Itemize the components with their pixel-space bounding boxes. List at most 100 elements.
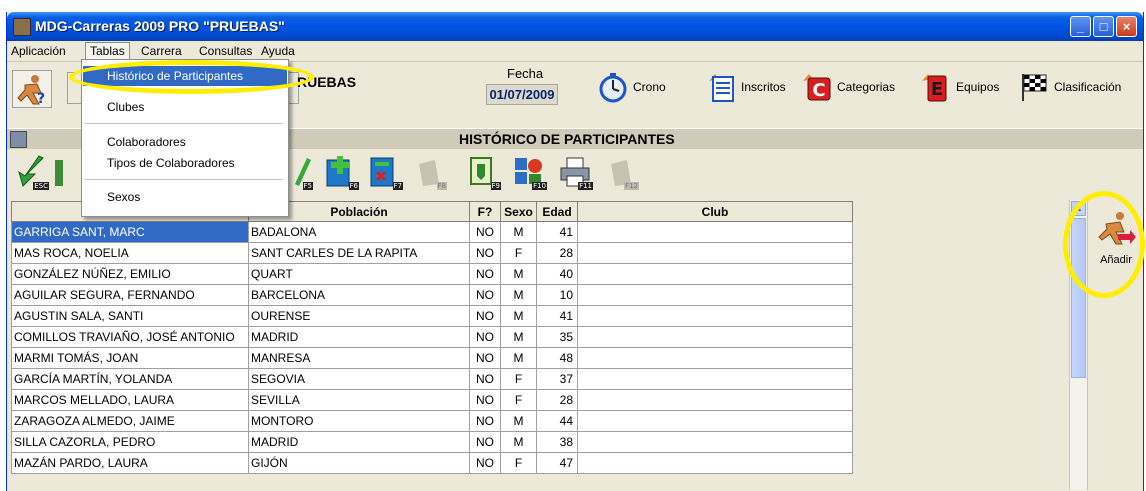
table-row[interactable]: MARCOS MELLADO, LAURA SEVILLA NO F 28 (11, 389, 853, 411)
menu-ayuda[interactable]: Ayuda (261, 44, 295, 58)
cell-edad[interactable]: 44 (536, 410, 578, 432)
menu-item-clubes[interactable]: Clubes (83, 97, 287, 117)
cell-federado[interactable]: NO (469, 305, 501, 327)
cell-federado[interactable]: NO (469, 326, 501, 348)
crono-button[interactable]: Crono (597, 70, 666, 104)
cell-sexo[interactable]: M (500, 347, 537, 369)
cell-nombre[interactable]: MARMI TOMÁS, JOAN (11, 347, 249, 369)
table-row[interactable]: MAZÁN PARDO, LAURA GIJÓN NO F 47 (11, 452, 853, 474)
cell-nombre[interactable]: GARRIGA SANT, MARC (11, 221, 249, 243)
cell-federado[interactable]: NO (469, 347, 501, 369)
clasificacion-button[interactable]: Clasificación (1018, 70, 1121, 104)
cell-poblacion[interactable]: QUART (248, 263, 470, 285)
column-header-club[interactable]: Club (577, 201, 853, 222)
cell-edad[interactable]: 40 (536, 263, 578, 285)
table-row[interactable]: GARCÍA MARTÍN, YOLANDA SEGOVIA NO F 37 (11, 368, 853, 390)
cell-sexo[interactable]: M (500, 305, 537, 327)
cell-club[interactable] (577, 431, 853, 453)
title-bar[interactable]: MDG-Carreras 2009 PRO "PRUEBAS" _ □ × (7, 12, 1143, 41)
cell-club[interactable] (577, 389, 853, 411)
cell-nombre[interactable]: MAZÁN PARDO, LAURA (11, 452, 249, 474)
cell-nombre[interactable]: MARCOS MELLADO, LAURA (11, 389, 249, 411)
cell-sexo[interactable]: M (500, 263, 537, 285)
table-row[interactable]: GARRIGA SANT, MARC BADALONA NO M 41 (11, 221, 853, 243)
cell-poblacion[interactable]: SANT CARLES DE LA RAPITA (248, 242, 470, 264)
cell-federado[interactable]: NO (469, 368, 501, 390)
cell-nombre[interactable]: SILLA CAZORLA, PEDRO (11, 431, 249, 453)
cell-sexo[interactable]: M (500, 284, 537, 306)
cell-poblacion[interactable]: SEGOVIA (248, 368, 470, 390)
add-record-tool-button[interactable]: F6 (323, 154, 359, 190)
cell-poblacion[interactable]: BARCELONA (248, 284, 470, 306)
cell-club[interactable] (577, 452, 853, 474)
cell-nombre[interactable]: GONZÁLEZ NÚÑEZ, EMILIO (11, 263, 249, 285)
table-row[interactable]: ZARAGOZA ALMEDO, JAIME MONTORO NO M 44 (11, 410, 853, 432)
menu-consultas[interactable]: Consultas (199, 44, 252, 58)
cell-sexo[interactable]: F (500, 368, 537, 390)
cell-nombre[interactable]: MAS ROCA, NOELIA (11, 242, 249, 264)
cell-sexo[interactable]: F (500, 242, 537, 264)
cell-poblacion[interactable]: GIJÓN (248, 452, 470, 474)
table-row[interactable]: COMILLOS TRAVIAÑO, JOSÉ ANTONIO MADRID NO M… (11, 326, 853, 348)
cell-edad[interactable]: 48 (536, 347, 578, 369)
cell-sexo[interactable]: M (500, 431, 537, 453)
cell-edad[interactable]: 37 (536, 368, 578, 390)
cell-club[interactable] (577, 326, 853, 348)
cell-sexo[interactable]: F (500, 389, 537, 411)
import-tool-button[interactable]: F10 (511, 154, 547, 190)
cell-club[interactable] (577, 284, 853, 306)
inscritos-button[interactable]: Inscritos (705, 70, 786, 104)
cell-nombre[interactable]: ZARAGOZA ALMEDO, JAIME (11, 410, 249, 432)
table-row[interactable]: GONZÁLEZ NÚÑEZ, EMILIO QUART NO M 40 (11, 263, 853, 285)
column-header-edad[interactable]: Edad (536, 201, 578, 222)
cell-club[interactable] (577, 368, 853, 390)
categorias-button[interactable]: C Categorias (801, 70, 895, 104)
menu-item-tipos-colaboradores[interactable]: Tipos de Colaboradores (83, 153, 287, 173)
maximize-button[interactable]: □ (1093, 16, 1114, 37)
cell-federado[interactable]: NO (469, 452, 501, 474)
menu-item-colaboradores[interactable]: Colaboradores (83, 132, 287, 152)
cell-edad[interactable]: 47 (536, 452, 578, 474)
cell-federado[interactable]: NO (469, 242, 501, 264)
cell-poblacion[interactable]: MADRID (248, 431, 470, 453)
equipos-button[interactable]: E Equipos (920, 70, 999, 104)
cell-sexo[interactable]: M (500, 410, 537, 432)
cell-poblacion[interactable]: SEVILLA (248, 389, 470, 411)
cell-poblacion[interactable]: MADRID (248, 326, 470, 348)
cell-poblacion[interactable]: MANRESA (248, 347, 470, 369)
menu-item-sexos[interactable]: Sexos (83, 187, 287, 207)
runner-logo-icon[interactable]: ? (12, 70, 52, 108)
menu-aplicacion[interactable]: Aplicación (11, 44, 66, 58)
table-row[interactable]: AGUILAR SEGURA, FERNANDO BARCELONA NO M 10 (11, 284, 853, 306)
cell-edad[interactable]: 35 (536, 326, 578, 348)
cell-club[interactable] (577, 305, 853, 327)
cell-club[interactable] (577, 221, 853, 243)
menu-tablas[interactable]: Tablas (85, 42, 130, 60)
cell-nombre[interactable]: AGUILAR SEGURA, FERNANDO (11, 284, 249, 306)
menu-item-historico-participantes[interactable]: Histórico de Participantes (83, 66, 287, 86)
cell-edad[interactable]: 10 (536, 284, 578, 306)
export-tool-button[interactable]: F9 (465, 154, 501, 190)
cell-nombre[interactable]: GARCÍA MARTÍN, YOLANDA (11, 368, 249, 390)
cell-sexo[interactable]: M (500, 221, 537, 243)
print-tool-button[interactable]: F11 (557, 154, 593, 190)
table-row[interactable]: MARMI TOMÁS, JOAN MANRESA NO M 48 (11, 347, 853, 369)
minimize-button[interactable]: _ (1070, 16, 1091, 37)
cell-nombre[interactable]: AGUSTIN SALA, SANTI (11, 305, 249, 327)
exit-tool-button[interactable]: ESC (13, 154, 49, 190)
cell-federado[interactable]: NO (469, 263, 501, 285)
cell-nombre[interactable]: COMILLOS TRAVIAÑO, JOSÉ ANTONIO (11, 326, 249, 348)
scroll-up-arrow-icon[interactable]: ▲ (1071, 201, 1086, 216)
tool-partial[interactable] (53, 154, 63, 190)
cell-federado[interactable]: NO (469, 410, 501, 432)
table-row[interactable]: SILLA CAZORLA, PEDRO MADRID NO M 38 (11, 431, 853, 453)
cell-poblacion[interactable]: MONTORO (248, 410, 470, 432)
cell-edad[interactable]: 28 (536, 389, 578, 411)
table-row[interactable]: MAS ROCA, NOELIA SANT CARLES DE LA RAPITA… (11, 242, 853, 264)
add-participant-button[interactable]: Añadir (1093, 210, 1139, 266)
cell-club[interactable] (577, 263, 853, 285)
table-row[interactable]: AGUSTIN SALA, SANTI OURENSE NO M 41 (11, 305, 853, 327)
delete-record-tool-button[interactable]: F7 (367, 154, 403, 190)
column-header-federado[interactable]: F? (469, 201, 501, 222)
cell-poblacion[interactable]: OURENSE (248, 305, 470, 327)
